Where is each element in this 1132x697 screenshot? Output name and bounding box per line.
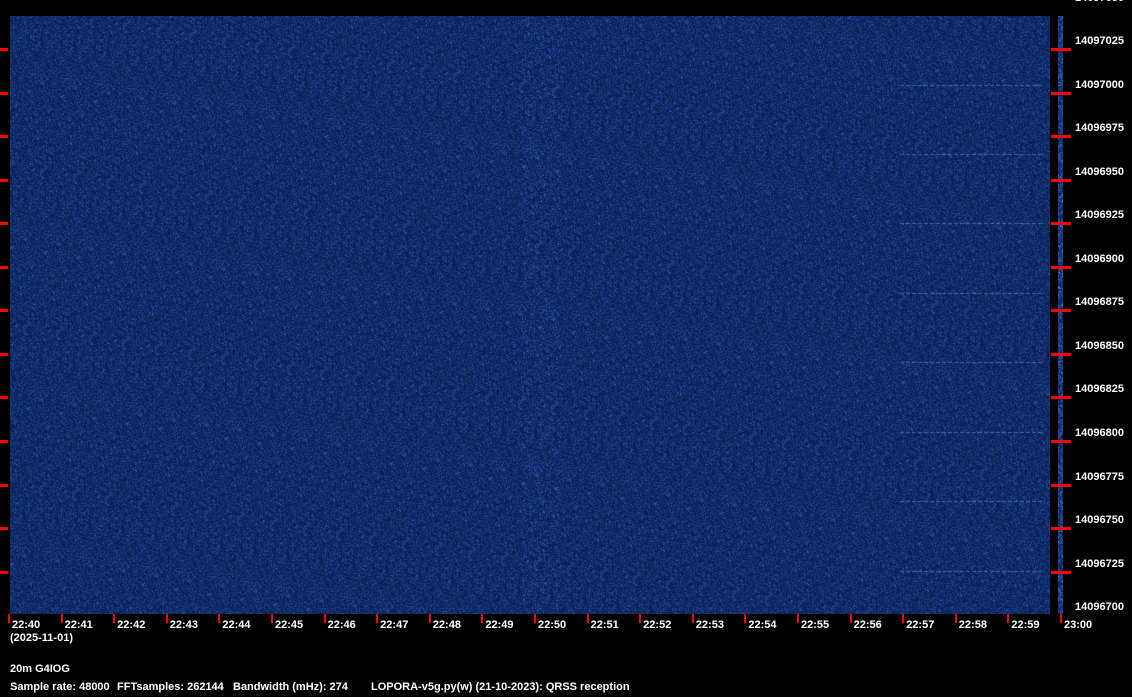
freq-tick-left xyxy=(0,135,8,139)
time-label: 22:59 xyxy=(1011,619,1040,631)
freq-tick-left xyxy=(0,527,8,531)
frequency-label: 14097025 xyxy=(1075,35,1124,48)
freq-tick-right xyxy=(1051,309,1071,313)
time-label: 22:46 xyxy=(327,619,356,631)
time-tick xyxy=(481,614,484,623)
time-label: 22:47 xyxy=(380,619,409,631)
time-label: 22:50 xyxy=(538,619,567,631)
frequency-label: 14097050 xyxy=(1075,0,1124,4)
software-info: LOPORA-v5g.py(w) (21-10-2023): QRSS rece… xyxy=(371,681,630,693)
time-label: 22:54 xyxy=(748,619,777,631)
frequency-label: 14096725 xyxy=(1075,557,1124,570)
waterfall-spectrogram xyxy=(10,16,1050,614)
freq-tick-right xyxy=(1051,483,1071,487)
freq-tick-left xyxy=(0,91,8,95)
freq-tick-left xyxy=(0,440,8,443)
freq-tick-left xyxy=(0,570,8,574)
time-tick xyxy=(60,614,63,623)
freq-tick-left xyxy=(0,222,8,226)
station-label: 20m G4IOG xyxy=(10,663,70,675)
frequency-label: 14096800 xyxy=(1075,427,1124,439)
time-tick xyxy=(849,614,852,623)
time-label: 22:52 xyxy=(643,619,672,631)
frequency-label: 14096750 xyxy=(1075,514,1124,527)
freq-tick-left xyxy=(0,178,8,182)
frequency-label: 14097000 xyxy=(1075,78,1124,91)
bandwidth: Bandwidth (mHz): 274 xyxy=(233,681,348,693)
time-tick xyxy=(8,614,10,623)
time-label: 23:00 xyxy=(1064,619,1093,631)
time-tick xyxy=(586,614,589,623)
time-tick xyxy=(218,614,221,623)
freq-tick-left xyxy=(0,352,8,356)
time-tick xyxy=(323,614,326,623)
freq-tick-left xyxy=(0,396,8,400)
frequency-label: 14096925 xyxy=(1075,209,1124,222)
freq-tick-right xyxy=(1051,265,1071,269)
time-tick xyxy=(954,614,957,623)
freq-tick-right xyxy=(1051,396,1071,400)
time-label: 22:57 xyxy=(906,619,935,631)
time-label: 22:53 xyxy=(695,619,724,631)
time-label: 22:49 xyxy=(485,619,514,631)
time-tick xyxy=(534,614,536,623)
time-label: 22:51 xyxy=(590,619,619,631)
freq-tick-right xyxy=(1051,178,1071,182)
frequency-label: 14096775 xyxy=(1075,470,1124,483)
freq-tick-right xyxy=(1051,48,1071,52)
time-label: 22:44 xyxy=(222,619,251,631)
frequency-label: 14096850 xyxy=(1075,339,1124,352)
time-label: 22:58 xyxy=(958,619,987,631)
freq-tick-left xyxy=(0,48,8,52)
freq-tick-right xyxy=(1051,527,1071,531)
freq-tick-left xyxy=(0,483,8,487)
freq-tick-right xyxy=(1051,440,1071,443)
frequency-label: 14096900 xyxy=(1075,252,1124,265)
time-label: 22:45 xyxy=(275,619,304,631)
time-label: 22:43 xyxy=(169,619,198,631)
time-label: 22:41 xyxy=(64,619,93,631)
freq-tick-right xyxy=(1051,570,1071,574)
time-label: 22:56 xyxy=(853,619,882,631)
time-tick xyxy=(902,614,905,623)
time-label: 22:42 xyxy=(117,619,146,631)
freq-tick-right xyxy=(1051,222,1071,226)
time-tick xyxy=(639,614,642,623)
date-label: (2025-11-01) xyxy=(10,632,73,644)
time-tick xyxy=(113,614,116,623)
frequency-label: 14096975 xyxy=(1075,122,1124,135)
time-tick xyxy=(691,614,694,623)
frequency-label: 14096700 xyxy=(1075,601,1124,614)
time-tick xyxy=(271,614,273,623)
time-tick xyxy=(1007,614,1010,623)
freq-tick-right xyxy=(1051,135,1071,139)
frequency-label: 14096825 xyxy=(1075,383,1124,396)
frequency-label: 14096875 xyxy=(1075,296,1124,309)
time-tick xyxy=(797,614,799,623)
time-tick xyxy=(428,614,431,623)
time-tick xyxy=(1060,614,1062,623)
time-label: 22:40 xyxy=(12,619,41,631)
time-tick xyxy=(165,614,168,623)
sample-rate: Sample rate: 48000 xyxy=(10,681,110,693)
freq-tick-right xyxy=(1051,91,1071,95)
time-label: 22:55 xyxy=(801,619,830,631)
frequency-label: 14096950 xyxy=(1075,165,1124,178)
time-tick xyxy=(376,614,379,623)
freq-tick-right xyxy=(1051,352,1071,356)
time-label: 22:48 xyxy=(432,619,461,631)
signal-level-strip xyxy=(1058,16,1063,614)
fft-samples: FFTsamples: 262144 xyxy=(117,681,224,693)
freq-tick-left xyxy=(0,309,8,313)
freq-tick-left xyxy=(0,265,8,269)
time-tick xyxy=(744,614,747,623)
